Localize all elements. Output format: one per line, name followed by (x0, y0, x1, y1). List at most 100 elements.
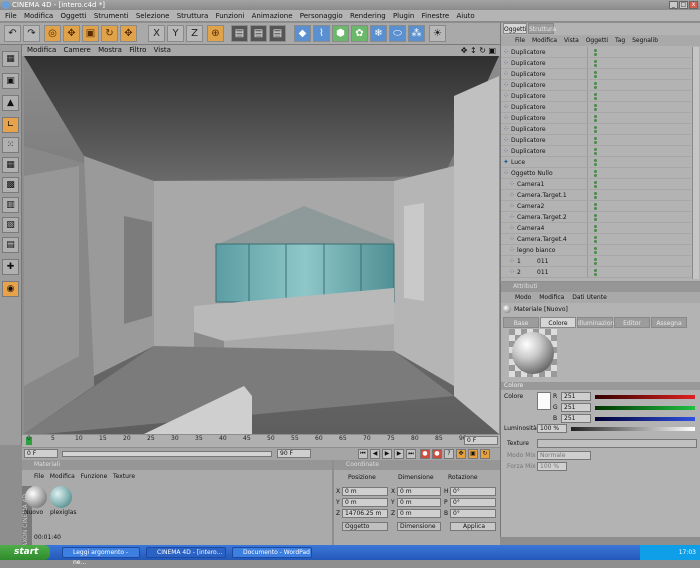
material-preview[interactable] (509, 329, 557, 377)
play-icon[interactable]: ▶ (382, 449, 392, 459)
red-field[interactable]: 251 (561, 392, 591, 401)
material-menu-funzione[interactable]: Funzione (81, 473, 108, 480)
visibility-dots[interactable] (587, 157, 607, 167)
object-row[interactable]: ⁘ Duplicatore (501, 69, 691, 80)
visibility-dots[interactable] (587, 80, 607, 90)
object-row[interactable]: ⁘ 1 011 (501, 256, 691, 267)
rotation-key-icon[interactable]: ↻ (480, 449, 490, 459)
uv-mode-icon[interactable]: ▥ (2, 197, 19, 213)
menu-strumenti[interactable]: Strumenti (94, 12, 129, 20)
dim-y-field[interactable]: 0 m (397, 498, 441, 507)
menu-finestre[interactable]: Finestre (422, 12, 450, 20)
pos-x-field[interactable]: 0 m (342, 487, 388, 496)
render-settings-icon[interactable]: ▤ (269, 25, 286, 42)
attr-menu-dati-utente[interactable]: Dati Utente (572, 294, 607, 301)
object-row[interactable]: ⁘ Camera2 (501, 201, 691, 212)
tab-struttura[interactable]: Struttura (528, 23, 556, 34)
object-row[interactable]: ⁘ Duplicatore (501, 80, 691, 91)
tweak-mode-icon[interactable]: ▤ (2, 237, 19, 253)
object-row[interactable]: ⁘ Duplicatore (501, 47, 691, 58)
current-frame-field[interactable]: 0 F (464, 436, 498, 445)
object-row[interactable]: ⁘ Duplicatore (501, 124, 691, 135)
viewport-menu-vista[interactable]: Vista (154, 46, 171, 54)
obj-menu-vista[interactable]: Vista (564, 37, 579, 44)
menu-animazione[interactable]: Animazione (252, 12, 293, 20)
scale-key-icon[interactable]: ▣ (468, 449, 478, 459)
attr-menu-modifica[interactable]: Modifica (539, 294, 564, 301)
menu-file[interactable]: File (5, 12, 17, 20)
attr-tab-colore[interactable]: Colore (540, 317, 576, 328)
dim-z-field[interactable]: 0 m (397, 509, 441, 518)
maximize-button[interactable]: □ (679, 1, 688, 9)
object-row[interactable]: ⁘ Duplicatore (501, 146, 691, 157)
visibility-dots[interactable] (587, 234, 607, 244)
object-row[interactable]: ✦ Luce (501, 157, 691, 168)
points-mode-icon[interactable]: ⁙ (2, 137, 19, 153)
object-row[interactable]: ⁘ Camera1 (501, 179, 691, 190)
mix-strength-field[interactable]: 100 % (537, 462, 567, 471)
scene-icon[interactable]: ⬭ (389, 25, 406, 42)
mode-dropdown[interactable]: Oggetto (342, 522, 388, 531)
menu-aiuto[interactable]: Aiuto (456, 12, 474, 20)
go-start-icon[interactable]: ⏮ (358, 449, 368, 459)
luminosity-slider[interactable] (571, 427, 695, 431)
recent-tool-icon[interactable]: ✥ (120, 25, 137, 42)
visibility-dots[interactable] (587, 102, 607, 112)
visibility-dots[interactable] (587, 256, 607, 266)
texture-field[interactable] (537, 439, 697, 448)
object-list-scrollbar[interactable] (692, 47, 699, 279)
visibility-dots[interactable] (587, 223, 607, 233)
object-row[interactable]: ⁘ Duplicatore (501, 91, 691, 102)
axis-z-button[interactable]: Z (186, 25, 203, 42)
world-coords-icon[interactable]: ⊕ (207, 25, 224, 42)
visibility-dots[interactable] (587, 69, 607, 79)
attr-menu-modo[interactable]: Modo (515, 294, 531, 301)
model-mode-icon[interactable]: ▦ (2, 51, 19, 67)
menu-selezione[interactable]: Selezione (136, 12, 170, 20)
material-thumb-nuovo[interactable] (25, 486, 47, 508)
start-frame-field[interactable]: 0 F (24, 449, 58, 458)
workplane-icon[interactable]: ◉ (2, 281, 19, 297)
object-row[interactable]: ⁘ legno bianco (501, 245, 691, 256)
prev-frame-icon[interactable]: ◀ (370, 449, 380, 459)
attr-tab-base[interactable]: Base (503, 317, 539, 328)
apply-button[interactable]: Applica (450, 522, 496, 531)
axis-x-button[interactable]: X (148, 25, 165, 42)
attr-tab-editor[interactable]: Editor (614, 317, 650, 328)
polygons-mode-icon[interactable]: ▩ (2, 177, 19, 193)
menu-plugin[interactable]: Plugin (393, 12, 414, 20)
taskbar-item-browser[interactable]: Leggi argomento - ne... (62, 547, 140, 566)
visibility-dots[interactable] (587, 201, 607, 211)
obj-menu-modifica[interactable]: Modifica (532, 37, 557, 44)
range-slider[interactable] (62, 451, 272, 457)
menu-rendering[interactable]: Rendering (350, 12, 386, 20)
material-thumb-plexiglas[interactable] (50, 486, 72, 508)
pos-z-field[interactable]: 14706.25 m (342, 509, 388, 518)
menu-oggetti[interactable]: Oggetti (60, 12, 86, 20)
render-picture-viewer-icon[interactable]: ▤ (250, 25, 267, 42)
render-view-icon[interactable]: ▤ (231, 25, 248, 42)
visibility-dots[interactable] (587, 168, 607, 178)
red-slider[interactable] (595, 395, 695, 399)
menu-personaggio[interactable]: Personaggio (300, 12, 343, 20)
dim-x-field[interactable]: 0 m (397, 487, 441, 496)
mix-mode-dropdown[interactable]: Normale (537, 451, 591, 460)
material-menu-modifica[interactable]: Modifica (50, 473, 75, 480)
menu-struttura[interactable]: Struttura (177, 12, 209, 20)
live-select-icon[interactable]: ◎ (44, 25, 61, 42)
luminosity-field[interactable]: 100 % (537, 424, 567, 433)
material-menu-texture[interactable]: Texture (113, 473, 135, 480)
axis-mode-icon[interactable]: ∟ (2, 117, 19, 133)
object-row[interactable]: ⁘ Camera.Target.1 (501, 190, 691, 201)
object-row[interactable]: ⁘ Camera4 (501, 223, 691, 234)
taskbar-item-cinema4d[interactable]: CINEMA 4D - [intero... (146, 547, 226, 558)
keyframe-icon[interactable]: ? (444, 449, 454, 459)
visibility-dots[interactable] (587, 124, 607, 134)
green-field[interactable]: 251 (561, 403, 591, 412)
object-row[interactable]: ⁘ Oggetto Nullo (501, 168, 691, 179)
green-slider[interactable] (595, 406, 695, 410)
obj-menu-segnalib[interactable]: Segnalib (632, 37, 658, 44)
viewport-menu-modifica[interactable]: Modifica (27, 46, 56, 54)
visibility-dots[interactable] (587, 113, 607, 123)
record-icon[interactable]: ● (420, 449, 430, 459)
